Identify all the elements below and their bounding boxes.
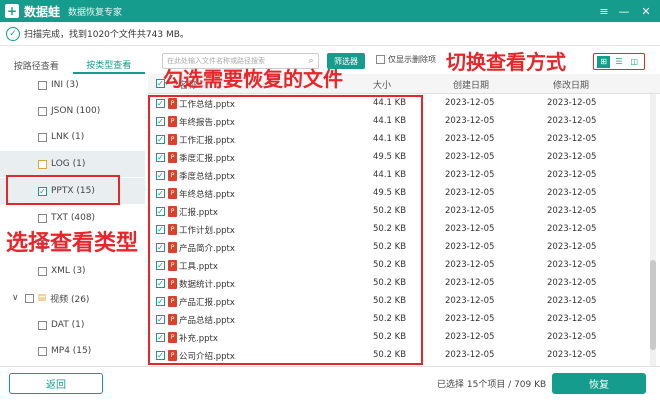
checkbox[interactable] xyxy=(38,320,47,330)
folder-icon: ▤ xyxy=(37,293,47,303)
file-type-sidebar: INI (3) JSON (100) LNK (1) LOG (1) ✓ PPT… xyxy=(0,74,145,366)
sidebar-item-log[interactable]: LOG (1) xyxy=(0,151,145,177)
only-deleted-toggle[interactable]: 仅显示删除项 xyxy=(376,54,436,65)
file-created-date: 2023-12-05 xyxy=(445,260,495,270)
preview-view-icon[interactable]: ◫ xyxy=(628,56,641,68)
sidebar-item-label: LNK (1) xyxy=(51,132,85,142)
file-created-date: 2023-12-05 xyxy=(445,332,495,342)
file-created-date: 2023-12-05 xyxy=(445,134,495,144)
back-button[interactable]: 返回 xyxy=(9,373,103,394)
file-modified-date: 2023-12-05 xyxy=(547,98,597,108)
file-created-date: 2023-12-05 xyxy=(445,152,495,162)
minimize-icon[interactable]: — xyxy=(614,0,634,22)
sidebar-item-label: LOG (1) xyxy=(51,159,86,169)
annotation-select-type: 选择查看类型 xyxy=(6,231,139,256)
checkbox[interactable] xyxy=(38,106,47,116)
check-circle-icon: ✓ xyxy=(6,26,20,41)
annotation-box-pptx xyxy=(6,175,120,205)
file-created-date: 2023-12-05 xyxy=(445,206,495,216)
view-mode-switcher: ⊞ ☰ ◫ xyxy=(593,53,645,70)
column-header-created[interactable]: 创建日期 xyxy=(453,78,489,91)
selection-summary: 已选择 15个项目 / 709 KB xyxy=(437,380,547,390)
file-created-date: 2023-12-05 xyxy=(445,278,495,288)
file-created-date: 2023-12-05 xyxy=(445,116,495,126)
only-deleted-label: 仅显示删除项 xyxy=(388,55,436,64)
file-modified-date: 2023-12-05 xyxy=(547,224,597,234)
file-modified-date: 2023-12-05 xyxy=(547,152,597,162)
close-icon[interactable]: ✕ xyxy=(636,0,656,22)
checkbox[interactable] xyxy=(24,293,34,303)
sidebar-group-video[interactable]: ∨ ▤ 视频 (26) xyxy=(0,285,145,311)
file-created-date: 2023-12-05 xyxy=(445,314,495,324)
sidebar-item-label: 视频 (26) xyxy=(50,294,90,305)
checkbox[interactable] xyxy=(38,159,47,169)
sidebar-item-lnk[interactable]: LNK (1) xyxy=(0,124,145,150)
sidebar-item-mp4[interactable]: MP4 (15) xyxy=(0,338,145,364)
grid-view-icon[interactable]: ⊞ xyxy=(597,55,611,68)
recover-button[interactable]: 恢复 xyxy=(552,373,646,394)
checkbox[interactable] xyxy=(38,132,47,142)
file-modified-date: 2023-12-05 xyxy=(547,134,597,144)
sidebar-item-xml[interactable]: XML (3) xyxy=(0,258,145,284)
annotation-box-file-list xyxy=(148,95,423,365)
sidebar-item-label: DAT (1) xyxy=(51,320,85,330)
file-created-date: 2023-12-05 xyxy=(445,296,495,306)
file-created-date: 2023-12-05 xyxy=(445,350,495,360)
scrollbar-thumb[interactable] xyxy=(650,260,656,350)
checkbox[interactable] xyxy=(38,266,47,276)
file-created-date: 2023-12-05 xyxy=(445,224,495,234)
app-logo-icon: + xyxy=(5,4,19,18)
sidebar-item-label: MP4 (15) xyxy=(51,346,92,356)
file-modified-date: 2023-12-05 xyxy=(547,278,597,288)
menu-icon[interactable]: ≡ xyxy=(594,0,614,22)
sidebar-item-label: INI (3) xyxy=(51,80,79,90)
annotation-select-files: 勾选需要恢复的文件 xyxy=(163,67,343,91)
scan-status-text: 扫描完成，找到1020个文件共743 MB。 xyxy=(24,30,189,40)
app-subtitle: 数据恢复专家 xyxy=(68,7,123,18)
file-created-date: 2023-12-05 xyxy=(445,188,495,198)
column-header-size[interactable]: 大小 xyxy=(373,78,391,91)
sidebar-item-json[interactable]: JSON (100) xyxy=(0,98,145,124)
file-modified-date: 2023-12-05 xyxy=(547,332,597,342)
chevron-down-icon[interactable]: ∨ xyxy=(12,293,19,303)
app-name: 数据蛙 xyxy=(24,4,61,19)
list-view-icon[interactable]: ☰ xyxy=(612,56,625,68)
title-bar: + 数据蛙 数据恢复专家 ≡ — ✕ xyxy=(0,0,660,22)
checkbox[interactable] xyxy=(38,346,47,356)
checkbox[interactable] xyxy=(38,213,47,223)
checkbox[interactable] xyxy=(38,80,47,90)
column-header-modified[interactable]: 修改日期 xyxy=(553,78,589,91)
file-modified-date: 2023-12-05 xyxy=(547,350,597,360)
file-created-date: 2023-12-05 xyxy=(445,170,495,180)
file-modified-date: 2023-12-05 xyxy=(547,188,597,198)
file-modified-date: 2023-12-05 xyxy=(547,170,597,180)
file-created-date: 2023-12-05 xyxy=(445,242,495,252)
checkbox[interactable] xyxy=(376,55,385,64)
file-modified-date: 2023-12-05 xyxy=(547,206,597,216)
file-modified-date: 2023-12-05 xyxy=(547,260,597,270)
sidebar-item-dat[interactable]: DAT (1) xyxy=(0,312,145,338)
annotation-switch-view: 切换查看方式 xyxy=(446,50,566,74)
file-modified-date: 2023-12-05 xyxy=(547,296,597,306)
sidebar-item-label: JSON (100) xyxy=(51,106,101,116)
file-modified-date: 2023-12-05 xyxy=(547,116,597,126)
sidebar-item-label: XML (3) xyxy=(51,266,86,276)
file-created-date: 2023-12-05 xyxy=(445,98,495,108)
sidebar-item-label: TXT (408) xyxy=(51,213,96,223)
file-modified-date: 2023-12-05 xyxy=(547,242,597,252)
sidebar-item-ini[interactable]: INI (3) xyxy=(0,72,145,98)
scan-status-bar: ✓ 扫描完成，找到1020个文件共743 MB。 xyxy=(0,22,660,46)
file-modified-date: 2023-12-05 xyxy=(547,314,597,324)
